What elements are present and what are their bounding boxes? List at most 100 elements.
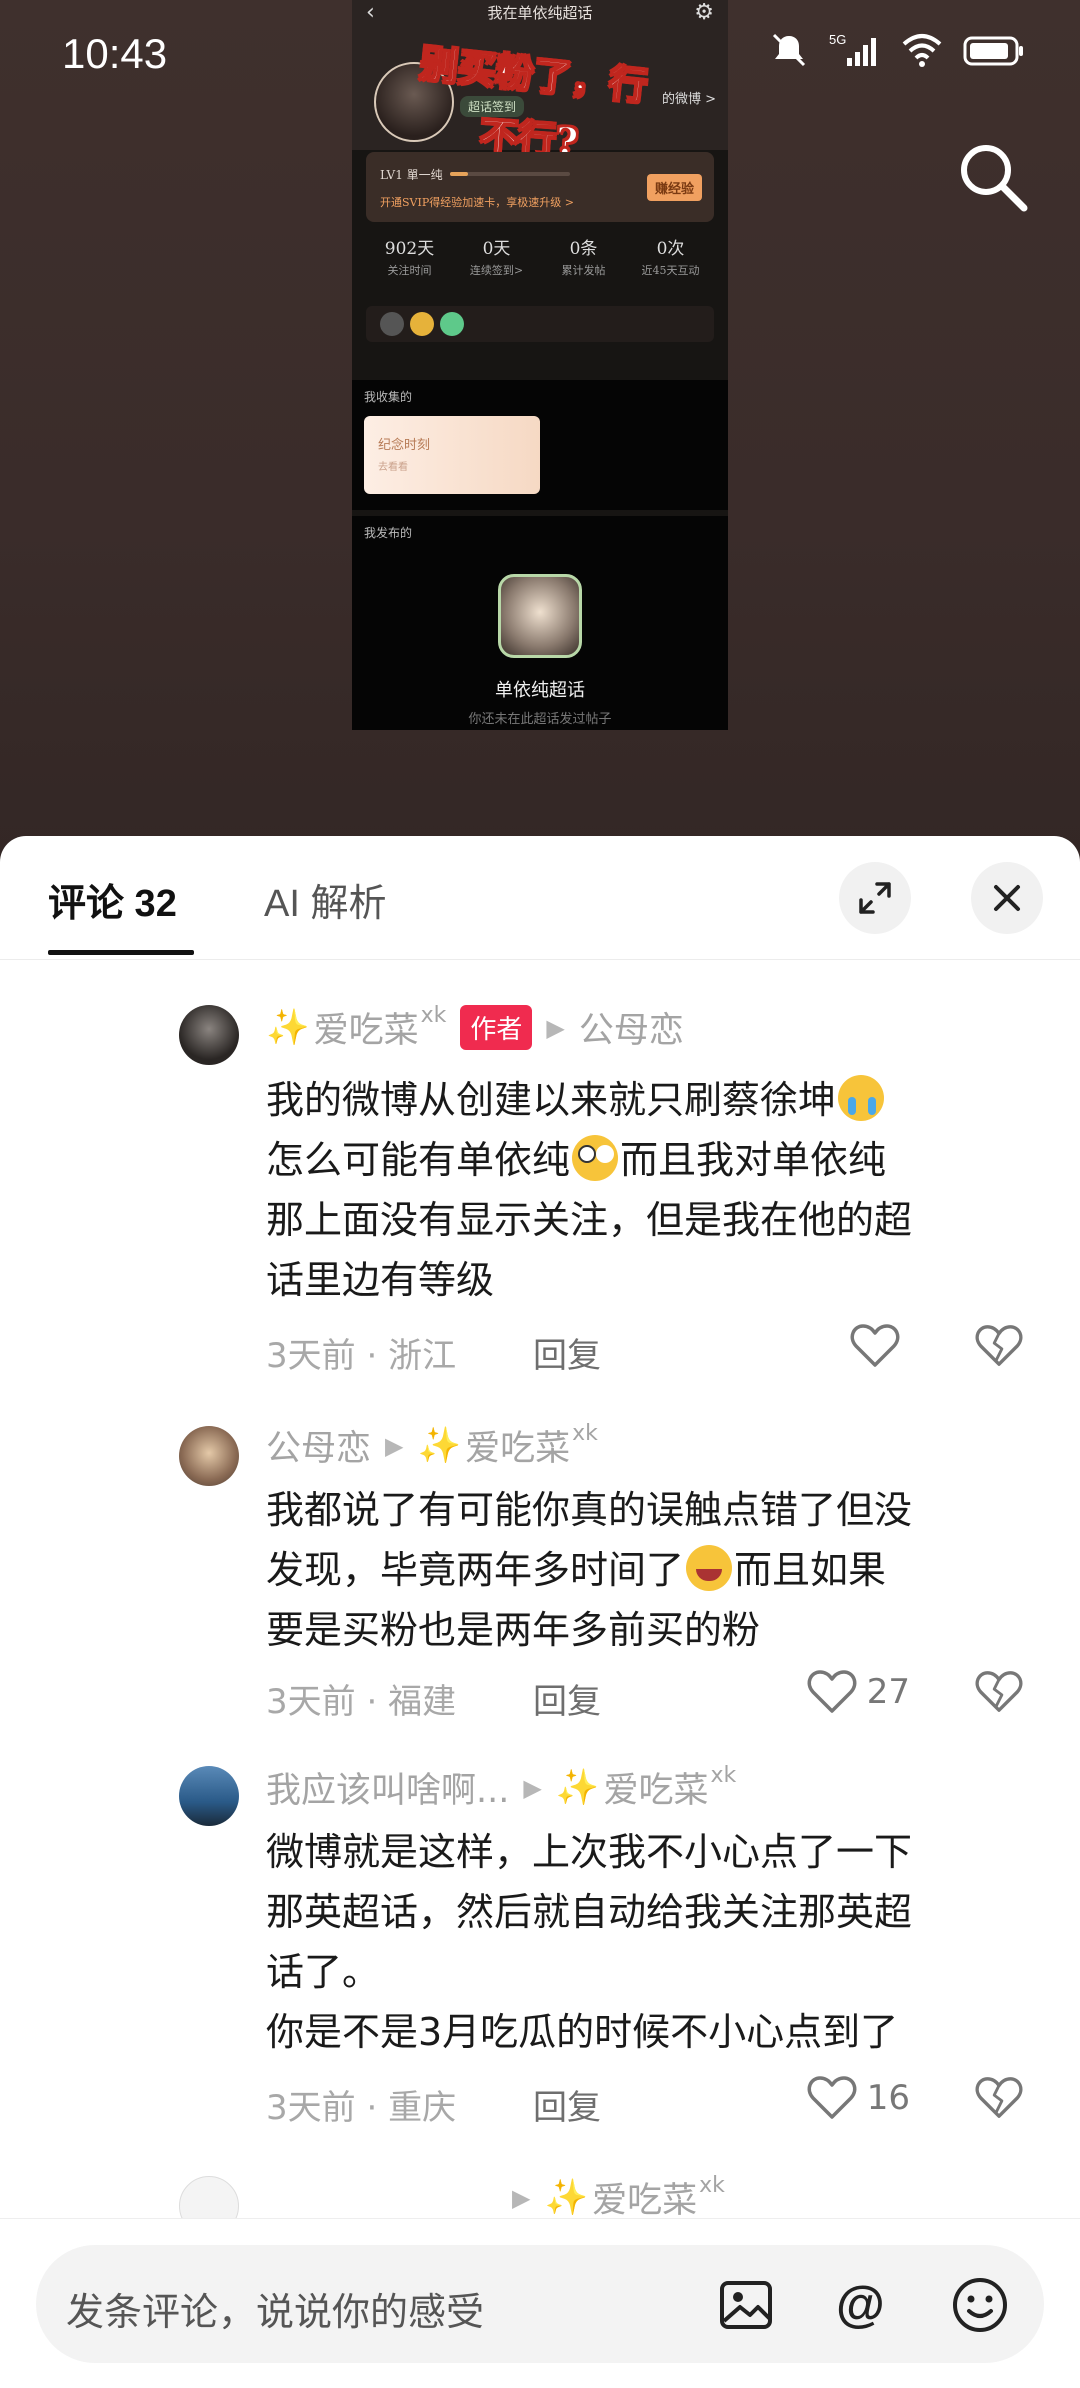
tab-ai-analysis[interactable]: AI 解析 — [264, 872, 386, 927]
level-progress — [450, 172, 570, 176]
comment-line: 发现，毕竟两年多时间了 — [266, 1548, 685, 1592]
level-progress-fill — [450, 172, 468, 176]
reply-button[interactable]: 回复 — [533, 1328, 601, 1377]
avatar[interactable] — [179, 1766, 239, 1826]
level-button: 赚经验 — [646, 174, 702, 201]
sparkle-icon: ✨ — [555, 1768, 600, 1808]
reply-to-user[interactable]: 爱吃菜 — [603, 1762, 708, 1813]
comment-input-bar: 发条评论，说说你的感受 @ — [0, 2218, 1080, 2388]
comment-line: 那上面没有显示关注，但是我在他的超 — [266, 1198, 913, 1242]
expand-button[interactable] — [839, 862, 911, 934]
dislike-button[interactable] — [975, 1323, 1023, 1373]
sparkle-icon: ✨ — [266, 1008, 310, 1048]
status-time: 10:43 — [62, 30, 168, 77]
stat-label: 连续签到> — [469, 264, 524, 277]
inner-title: 我在单依纯超话 — [487, 4, 593, 22]
heart-icon — [807, 2076, 857, 2119]
close-icon — [994, 885, 1020, 911]
reply-button[interactable]: 回复 — [533, 1674, 601, 1723]
comment-header: ✨ 爱吃菜 xk 作者 ▶ 公母恋 — [266, 1002, 684, 1053]
stat-item: 0天 连续签到> — [453, 234, 540, 300]
comment-line: 微博就是这样，上次我不小心点了一下 — [266, 1830, 913, 1874]
emoji-button[interactable] — [950, 2275, 1010, 2335]
stat-item: 0条 累计发帖 — [540, 234, 627, 300]
reply-to-user[interactable]: 爱吃菜 — [592, 2172, 697, 2223]
laughing-emoji-icon — [686, 1545, 733, 1591]
channel-name: 单依纯超话 — [495, 680, 585, 701]
comment-meta: 3天前 · 福建 — [266, 1682, 457, 1722]
stat-value: 0次 — [656, 239, 685, 259]
channel-avatar — [498, 574, 582, 658]
inner-collected-section: 我收集的 纪念时刻 去看看 — [352, 380, 728, 510]
comment-username[interactable]: 公母恋 — [266, 1420, 371, 1471]
comment-line: 怎么可能有单依纯 — [266, 1138, 571, 1182]
like-count: 27 — [866, 1672, 910, 1712]
broken-heart-icon — [975, 1325, 1023, 1366]
dislike-button[interactable] — [975, 2075, 1023, 2125]
broken-heart-icon — [975, 2077, 1023, 2118]
inner-level-card: LV1 單一纯 开通SVIP得经验加速卡，享极速升级 > 赚经验 — [366, 152, 714, 222]
badge-icon — [440, 312, 464, 336]
comment-line: 我的微博从创建以来就只刷蔡徐坤 — [266, 1078, 837, 1122]
comment-line: 话里边有等级 — [266, 1258, 495, 1302]
level-tip: 开通SVIP得经验加速卡，享极速升级 > — [380, 196, 574, 209]
comment-text: 微博就是这样，上次我不小心点了一下 那英超话，然后就自动给我关注那英超 话了。 … — [266, 1822, 1046, 2062]
comment-meta: 3天前 · 重庆 — [266, 2088, 457, 2128]
comment-header: 公母恋 ▶ ✨ 爱吃菜 xk — [266, 1420, 598, 1471]
comment-header: 我应该叫啥啊... ▶ ✨ 爱吃菜 xk — [266, 1762, 736, 1813]
fav-card-sub: 去看看 — [378, 462, 408, 473]
search-button[interactable] — [954, 138, 1032, 216]
comment-input[interactable]: 发条评论，说说你的感受 @ — [36, 2245, 1044, 2363]
reply-arrow-icon: ▶ — [523, 1773, 542, 1802]
close-button[interactable] — [971, 862, 1043, 934]
at-icon: @ — [836, 2276, 885, 2332]
like-button[interactable]: 16 — [807, 2075, 910, 2121]
mention-button[interactable]: @ — [832, 2275, 892, 2335]
inner-gear-icon: ⚙ — [694, 0, 714, 25]
level-label: LV1 單一纯 — [380, 168, 443, 182]
author-badge: 作者 — [460, 1005, 533, 1050]
like-button[interactable] — [850, 1323, 910, 1369]
avatar[interactable] — [179, 1005, 239, 1065]
stat-value: 0条 — [569, 239, 598, 259]
svg-text:5G: 5G — [829, 32, 846, 47]
eye-roll-emoji-icon — [572, 1135, 619, 1181]
comment-line: 要是买粉也是两年多前买的粉 — [266, 1608, 761, 1652]
comment-username[interactable]: 爱吃菜 — [314, 1002, 419, 1053]
expand-icon — [859, 882, 891, 914]
username-sup: xk — [699, 2173, 725, 2198]
reply-arrow-icon: ▶ — [546, 1013, 565, 1042]
reply-to-user[interactable]: 公母恋 — [579, 1002, 684, 1053]
comment-header: ▶ ✨ 爱吃菜 xk — [498, 2172, 725, 2223]
mute-icon — [769, 30, 809, 74]
fav-card-title: 纪念时刻 — [378, 438, 431, 453]
comment-location: 福建 — [388, 1682, 457, 1722]
comment-time: 3天前 — [266, 1336, 356, 1376]
avatar[interactable] — [179, 1426, 239, 1486]
like-count: 16 — [866, 2078, 910, 2118]
comment-username[interactable]: 我应该叫啥啊... — [266, 1762, 509, 1813]
fav-card: 纪念时刻 去看看 — [364, 416, 540, 494]
crying-emoji-icon — [838, 1075, 885, 1121]
broken-heart-icon — [975, 1671, 1023, 1712]
comment-line: 你是不是3月吃瓜的时候不小心点到了 — [266, 2010, 899, 2054]
tab-comments[interactable]: 评论 32 — [48, 872, 177, 927]
section-title: 我收集的 — [364, 390, 413, 404]
inner-weibo-link: 的微博 > — [661, 92, 716, 107]
video-frame[interactable]: ‹ 我在单依纯超话 ⚙ 超话签到 的微博 > 别买粉了，行 不行? LV1 單一… — [352, 0, 728, 730]
status-icons: 5G — [769, 30, 1025, 74]
reply-button[interactable]: 回复 — [533, 2080, 601, 2129]
dislike-button[interactable] — [975, 1669, 1023, 1719]
comment-time: 3天前 — [266, 1682, 356, 1722]
wifi-icon — [901, 30, 943, 74]
search-icon — [961, 145, 1028, 212]
reply-to-user[interactable]: 爱吃菜 — [465, 1420, 570, 1471]
tab-underline — [48, 950, 194, 955]
reply-arrow-icon: ▶ — [385, 1431, 404, 1460]
image-button[interactable] — [716, 2275, 776, 2335]
like-button[interactable]: 27 — [807, 1669, 910, 1715]
heart-icon — [807, 1670, 857, 1713]
stat-label: 关注时间 — [387, 264, 432, 277]
badge-icon — [410, 312, 434, 336]
comment-input-placeholder: 发条评论，说说你的感受 — [66, 2290, 485, 2334]
